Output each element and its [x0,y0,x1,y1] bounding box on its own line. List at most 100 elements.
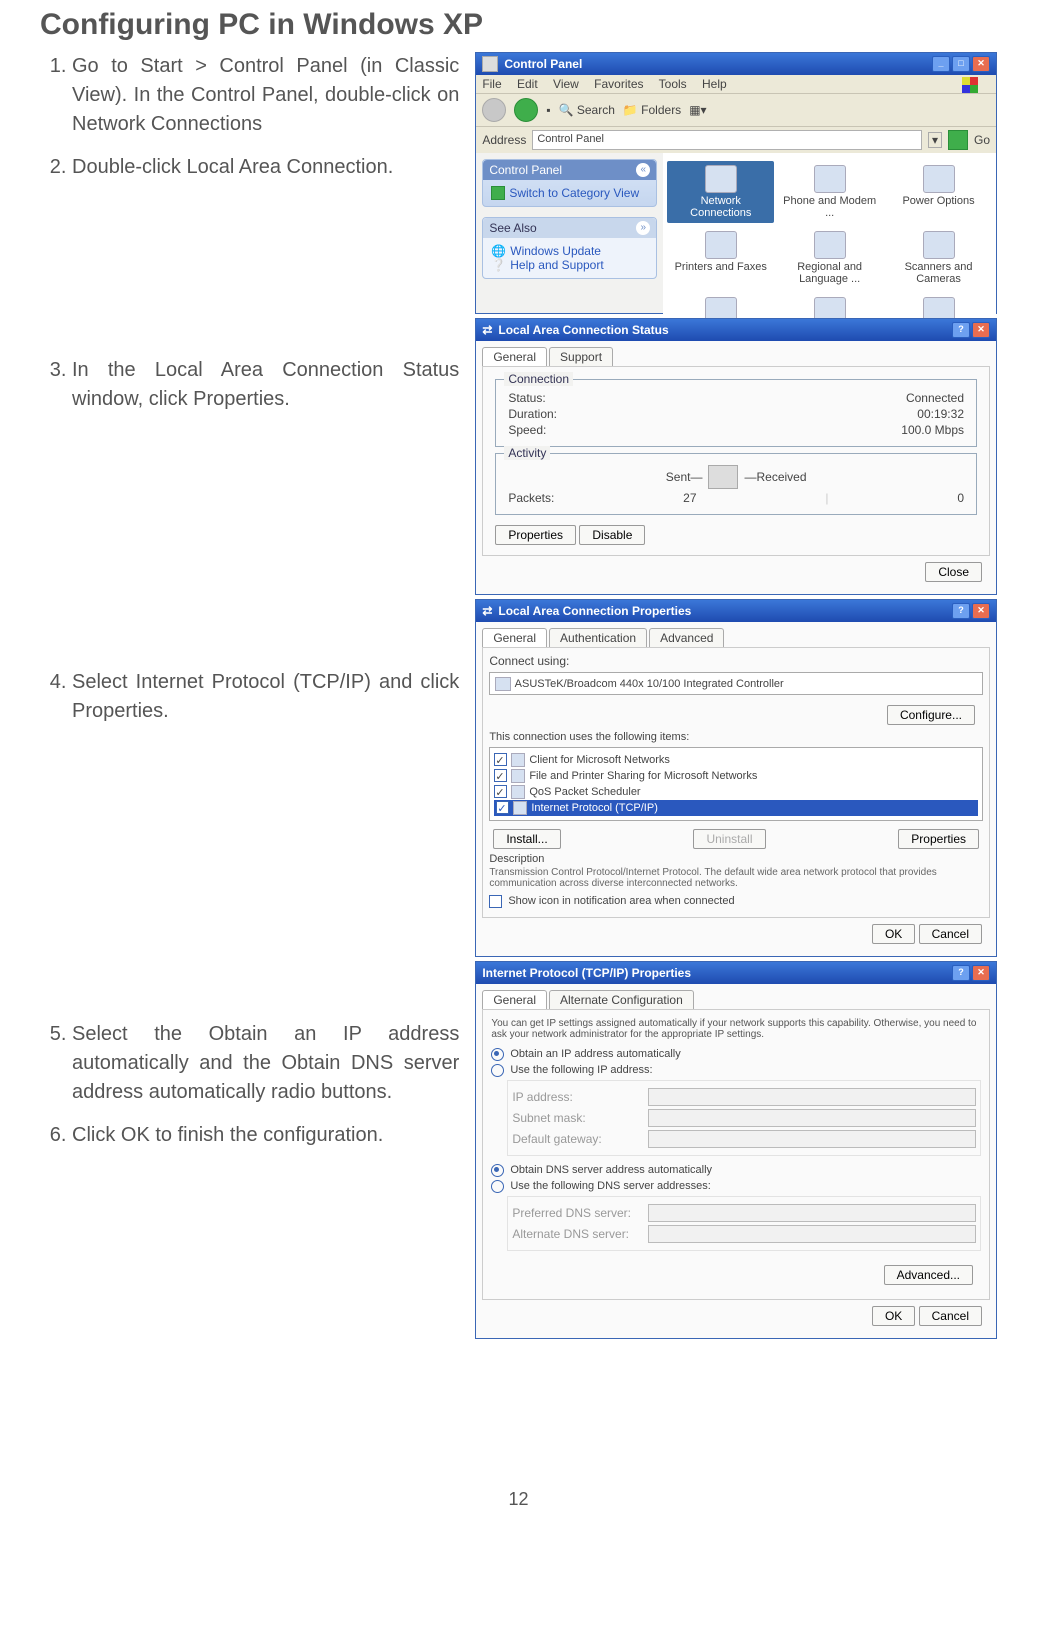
icon-scanners-cameras[interactable]: Scanners and Cameras [885,227,992,289]
lan-properties-window: ⇄Local Area Connection Properties ?✕ Gen… [475,599,997,957]
menu-help[interactable]: Help [702,77,727,91]
gateway-input [648,1130,976,1148]
lan-status-window: ⇄Local Area Connection Status ?✕ General… [475,318,997,595]
back-button[interactable] [482,98,506,122]
show-icon-checkbox[interactable] [489,895,502,908]
packets-sent: 27 [683,491,696,505]
properties-button[interactable]: Properties [898,829,979,849]
address-input[interactable]: Control Panel [532,130,922,150]
step-5: Select the Obtain an IP address automati… [72,1020,459,1107]
radio-use-dns[interactable] [491,1180,504,1193]
menu-edit[interactable]: Edit [517,77,538,91]
radio-obtain-ip-auto[interactable] [491,1048,504,1061]
tab-general[interactable]: General [482,347,547,366]
radio-obtain-dns-auto[interactable] [491,1164,504,1177]
step-1: Go to Start > Control Panel (in Classic … [72,52,459,139]
titlebar[interactable]: ⇄Local Area Connection Properties ?✕ [476,600,996,622]
tab-authentication[interactable]: Authentication [549,628,647,647]
address-bar: Address Control Panel ▾ Go [476,127,996,153]
address-label: Address [482,133,526,147]
close-button[interactable]: Close [925,562,982,582]
icon-network-connections[interactable]: Network Connections [667,161,774,223]
properties-button[interactable]: Properties [495,525,576,545]
disable-button[interactable]: Disable [579,525,645,545]
ip-input [648,1088,976,1106]
advanced-button[interactable]: Advanced... [884,1265,973,1285]
step-3: In the Local Area Connection Status wind… [72,356,459,414]
network-activity-icon [708,465,738,489]
dns2-label: Alternate DNS server: [512,1227,642,1241]
forward-button[interactable] [514,98,538,122]
close-button[interactable]: ✕ [972,322,990,338]
speed-value: 100.0 Mbps [901,423,964,437]
views-button[interactable]: ▦▾ [689,103,706,117]
configure-button[interactable]: Configure... [887,705,975,725]
duration-label: Duration: [508,407,557,421]
checkbox[interactable]: ✓ [494,785,507,798]
page-number: 12 [40,1489,997,1510]
tab-general[interactable]: General [482,628,547,647]
menu-favorites[interactable]: Favorites [594,77,643,91]
tab-general[interactable]: General [482,990,547,1009]
close-button[interactable]: ✕ [972,56,990,72]
folders-button[interactable]: 📁 Folders [623,103,681,117]
menu-view[interactable]: View [553,77,579,91]
install-button[interactable]: Install... [493,829,560,849]
chevron-icon[interactable]: » [636,221,650,235]
checkbox[interactable]: ✓ [496,801,509,814]
tab-support[interactable]: Support [549,347,613,366]
close-button[interactable]: ✕ [972,965,990,981]
chevron-icon[interactable]: « [636,163,650,177]
search-button[interactable]: 🔍 Search [559,103,615,117]
ok-button[interactable]: OK [872,1306,915,1326]
items-list[interactable]: ✓Client for Microsoft Networks ✓File and… [489,747,983,821]
network-icon: ⇄ [482,604,492,618]
maximize-button[interactable]: □ [952,56,970,72]
go-label: Go [974,133,990,147]
tab-advanced[interactable]: Advanced [649,628,724,647]
cancel-button[interactable]: Cancel [919,924,982,944]
control-panel-icon [482,56,498,72]
close-button[interactable]: ✕ [972,603,990,619]
received-label: Received [756,470,806,484]
menu-file[interactable]: File [482,77,501,91]
titlebar[interactable]: ⇄Local Area Connection Status ?✕ [476,319,996,341]
switch-category-view-link[interactable]: Switch to Category View [491,186,648,200]
icon-printers-faxes[interactable]: Printers and Faxes [667,227,774,289]
help-support-link[interactable]: ❔Help and Support [491,258,648,272]
titlebar[interactable]: Control Panel _ □ ✕ [476,53,996,75]
step-6: Click OK to finish the configuration. [72,1121,459,1150]
icon-regional-language[interactable]: Regional and Language ... [776,227,883,289]
items-label: This connection uses the following items… [489,731,983,743]
network-icon: ⇄ [482,323,492,337]
icon-phone-modem[interactable]: Phone and Modem ... [776,161,883,223]
radio-use-ip[interactable] [491,1064,504,1077]
help-icon: ❔ [491,258,506,272]
help-button[interactable]: ? [952,965,970,981]
minimize-button[interactable]: _ [932,56,950,72]
ok-button[interactable]: OK [872,924,915,944]
windows-update-link[interactable]: 🌐Windows Update [491,244,648,258]
go-button[interactable] [948,130,968,150]
status-value: Connected [906,391,964,405]
tab-alternate[interactable]: Alternate Configuration [549,990,694,1009]
icon-power-options[interactable]: Power Options [885,161,992,223]
duration-value: 00:19:32 [917,407,964,421]
uninstall-button[interactable]: Uninstall [693,829,765,849]
cancel-button[interactable]: Cancel [919,1306,982,1326]
up-button[interactable]: ▪ [546,103,550,117]
checkbox[interactable]: ✓ [494,753,507,766]
menu-tools[interactable]: Tools [659,77,687,91]
help-button[interactable]: ? [952,322,970,338]
adapter-box: ASUSTeK/Broadcom 440x 10/100 Integrated … [489,672,983,695]
address-dropdown[interactable]: ▾ [928,132,942,148]
description-label: Description [489,853,983,865]
mask-label: Subnet mask: [512,1111,642,1125]
packets-label: Packets: [508,491,554,505]
tcpip-icon [513,801,527,815]
titlebar[interactable]: Internet Protocol (TCP/IP) Properties ?✕ [476,962,996,984]
page-title: Configuring PC in Windows XP [40,8,997,42]
checkbox[interactable]: ✓ [494,769,507,782]
tcpip-blurb: You can get IP settings assigned automat… [491,1018,981,1040]
help-button[interactable]: ? [952,603,970,619]
